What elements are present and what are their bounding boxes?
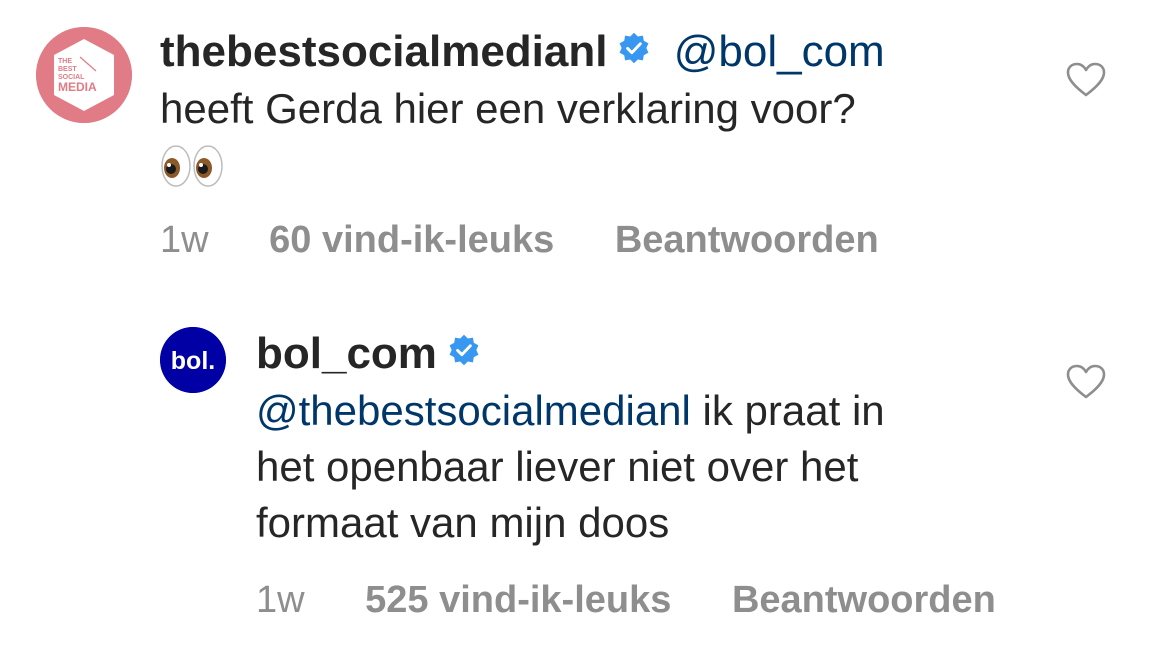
username-link[interactable]: bol_com bbox=[256, 329, 437, 378]
comment-bol_com: bol. bol_com @thebestsocialmedianl ik pr… bbox=[0, 0, 1170, 660]
comment-line-3: formaat van mijn doos bbox=[256, 499, 670, 546]
verified-badge-icon bbox=[447, 327, 481, 379]
comment-meta: 1w 525 vind-ik-leuks Beantwoorden bbox=[256, 578, 996, 622]
mention-link[interactable]: @thebestsocialmedianl bbox=[256, 387, 691, 434]
comment-line-2: het openbaar liever niet over het bbox=[256, 443, 859, 490]
likes-count[interactable]: 525 vind-ik-leuks bbox=[365, 578, 671, 622]
heart-outline-icon[interactable] bbox=[1066, 364, 1106, 400]
bol-logo: bol. bbox=[160, 327, 226, 393]
comment-line-1: @thebestsocialmedianl ik praat in bbox=[256, 387, 885, 434]
comment-header: bol_com bbox=[256, 328, 481, 382]
comment-text: @thebestsocialmedianl ik praat in het op… bbox=[256, 383, 885, 551]
avatar-bol_com[interactable]: bol. bbox=[160, 327, 226, 393]
timestamp: 1w bbox=[256, 579, 305, 621]
svg-text:bol.: bol. bbox=[171, 347, 215, 375]
reply-button[interactable]: Beantwoorden bbox=[732, 578, 996, 622]
